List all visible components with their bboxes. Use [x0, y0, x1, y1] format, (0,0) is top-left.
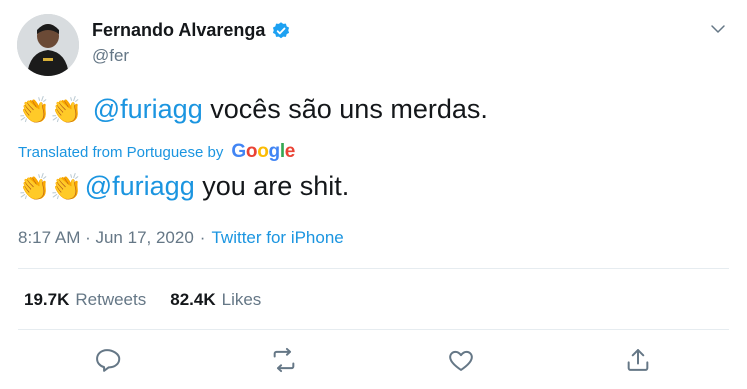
likes-count: 82.4K	[170, 290, 216, 309]
tweet-card: Fernando Alvarenga @fer 👏👏 @furiagg você…	[0, 0, 747, 389]
avatar[interactable]	[17, 14, 79, 76]
meta-separator: ·	[199, 228, 206, 247]
mention-link[interactable]: @furiagg	[93, 94, 203, 125]
likes-stat[interactable]: 82.4K Likes	[170, 290, 261, 310]
retweets-stat[interactable]: 19.7K Retweets	[24, 290, 146, 310]
source-link[interactable]: Twitter for iPhone	[211, 228, 343, 248]
reply-icon[interactable]	[93, 346, 121, 374]
clapping-hands-emoji: 👏👏	[18, 171, 83, 202]
retweets-label: Retweets	[75, 290, 147, 309]
mention-link[interactable]: @furiagg	[85, 171, 195, 202]
author-handle[interactable]: @fer	[92, 46, 129, 66]
author-name[interactable]: Fernando Alvarenga	[92, 20, 265, 41]
action-bar	[0, 346, 747, 378]
timestamp[interactable]: 8:17 AM · Jun 17, 2020	[18, 228, 194, 248]
tweet-meta: 8:17 AM · Jun 17, 2020 · Twitter for iPh…	[18, 228, 344, 248]
divider	[18, 268, 729, 269]
divider	[18, 329, 729, 330]
retweet-icon[interactable]	[270, 346, 298, 374]
verified-badge-icon	[271, 21, 291, 41]
retweets-count: 19.7K	[24, 290, 70, 309]
heart-icon[interactable]	[447, 346, 475, 374]
tweet-text: vocês são uns merdas.	[202, 94, 488, 124]
tweet-text-original: 👏👏 @furiagg vocês são uns merdas.	[18, 94, 488, 125]
share-icon[interactable]	[624, 346, 652, 374]
likes-label: Likes	[221, 290, 262, 309]
google-logo: Google	[231, 141, 296, 162]
tweet-stats: 19.7K Retweets 82.4K Likes	[24, 290, 261, 310]
tweet-text-translated: 👏👏 @furiagg you are shit.	[18, 171, 349, 202]
author-name-row: Fernando Alvarenga	[92, 20, 291, 41]
clapping-hands-emoji: 👏👏	[18, 94, 83, 125]
translated-text: you are shit.	[194, 171, 350, 201]
translation-attribution: Translated from Portuguese by Google	[18, 141, 295, 163]
translation-label: Translated from Portuguese by	[18, 143, 224, 161]
chevron-down-icon[interactable]	[709, 20, 727, 38]
